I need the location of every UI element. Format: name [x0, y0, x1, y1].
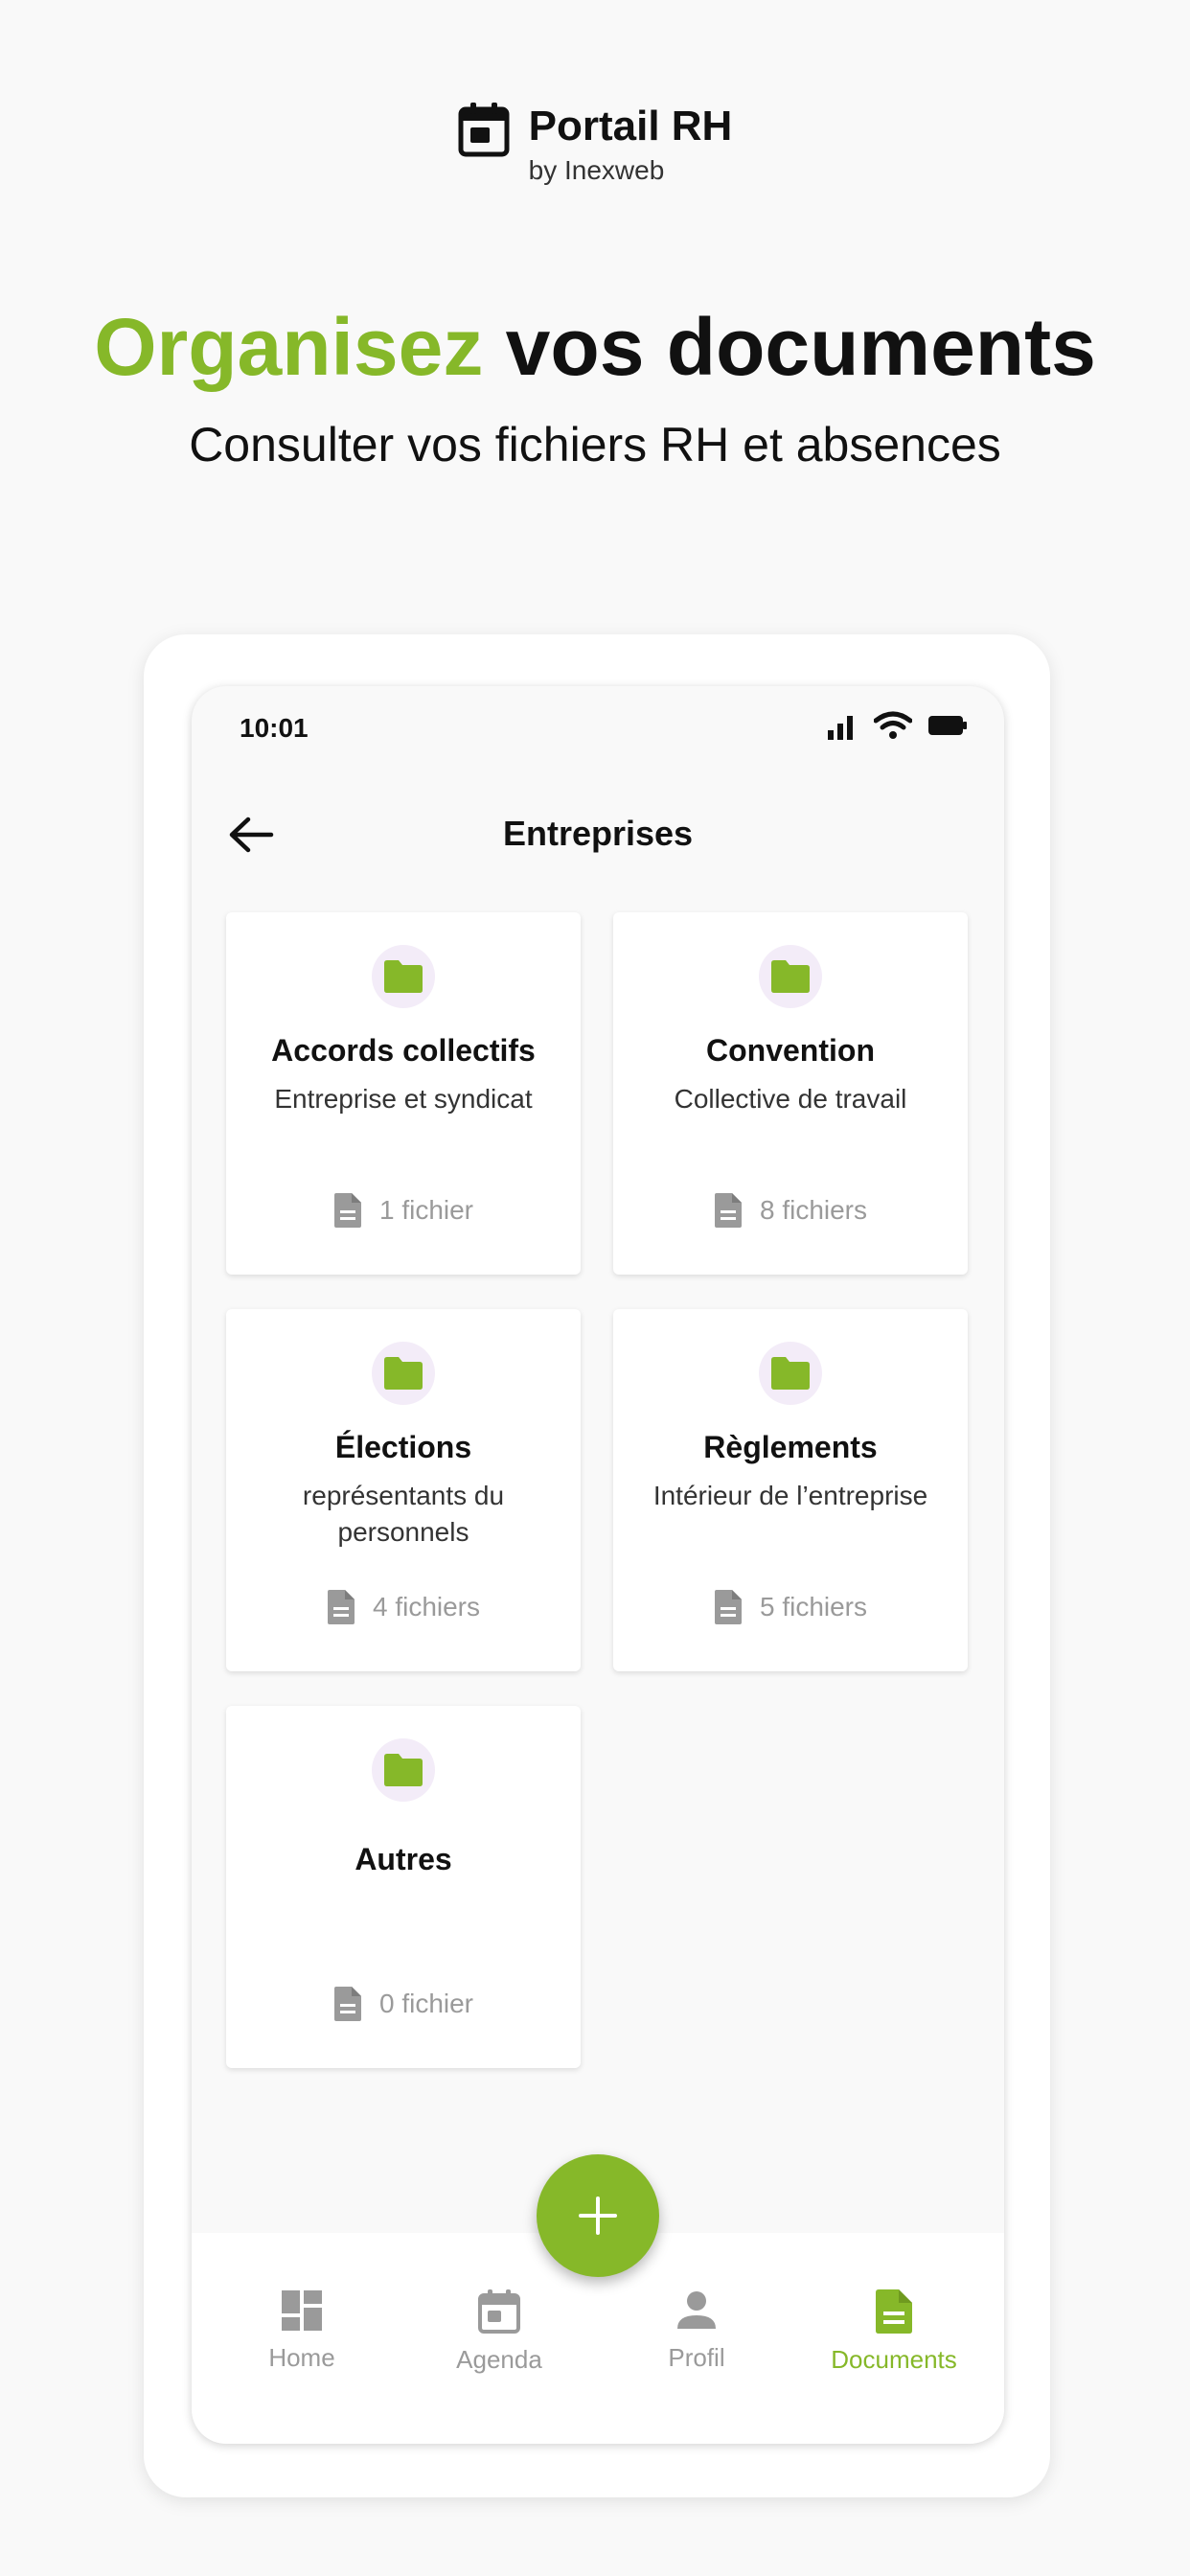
- brand-header: Portail RH by Inexweb: [0, 100, 1190, 188]
- nav-item-documents[interactable]: Documents: [795, 2233, 993, 2444]
- nav-label-documents: Documents: [831, 2345, 957, 2374]
- folder-title: Autres: [355, 1842, 452, 1876]
- wifi-icon: [874, 711, 912, 739]
- folder-icon: [384, 1357, 423, 1390]
- phone-screen: 10:01 Entreprises Accords collectifs Ent…: [192, 686, 1004, 2444]
- brand-lockup: Portail RH by Inexweb: [458, 100, 733, 188]
- dashboard-icon: [282, 2290, 322, 2331]
- document-icon: [876, 2289, 912, 2334]
- folder-title: Élections: [334, 1430, 472, 1464]
- folder-file-count: 8 fichiers: [613, 1192, 968, 1229]
- add-button[interactable]: [537, 2154, 659, 2277]
- folder-count-label: 1 fichier: [378, 1195, 474, 1225]
- brand-title: Portail RH: [528, 103, 733, 150]
- folder-count-label: 4 fichiers: [372, 1592, 481, 1622]
- status-icons: [826, 711, 968, 740]
- folder-subtitle: Entreprise et syndicat: [274, 1084, 533, 1114]
- file-icon: [327, 1590, 355, 1624]
- folder-title: Accords collectifs: [271, 1033, 536, 1068]
- folder-badge: [372, 1342, 435, 1405]
- file-icon: [714, 1193, 742, 1228]
- folder-badge: [759, 1342, 822, 1405]
- calendar-icon: [458, 103, 510, 157]
- folder-badge: [372, 945, 435, 1008]
- folder-count-label: 5 fichiers: [759, 1592, 868, 1622]
- brand-subtitle: by Inexweb: [528, 155, 665, 185]
- hero-headline-accent: Organisez: [94, 302, 484, 392]
- folder-title: Convention: [706, 1033, 875, 1068]
- folder-card-reglements[interactable]: Règlements Intérieur de l’entreprise 5 f…: [613, 1309, 968, 1671]
- folder-file-count: 0 fichier: [226, 1986, 581, 2022]
- folder-icon: [384, 960, 423, 993]
- folder-subtitle: Collective de travail: [674, 1084, 907, 1114]
- battery-icon: [928, 716, 967, 735]
- folder-icon: [771, 960, 810, 993]
- folder-card-elections[interactable]: Élections représentants du personnels 4 …: [226, 1309, 581, 1671]
- folder-subtitle: Intérieur de l’entreprise: [652, 1481, 928, 1510]
- folder-file-count: 4 fichiers: [226, 1589, 581, 1625]
- folder-file-count: 1 fichier: [226, 1192, 581, 1229]
- folder-subtitle: représentants du personnels: [302, 1481, 505, 1547]
- folder-file-count: 5 fichiers: [613, 1589, 968, 1625]
- folder-grid: Accords collectifs Entreprise et syndica…: [226, 912, 970, 2068]
- person-icon: [677, 2291, 716, 2329]
- folder-card-convention[interactable]: Convention Collective de travail 8 fichi…: [613, 912, 968, 1275]
- file-icon: [714, 1590, 742, 1624]
- status-bar: 10:01: [192, 686, 1004, 778]
- nav-label-profil: Profil: [668, 2343, 725, 2372]
- folder-icon: [384, 1754, 423, 1786]
- hero-headline: Organisez vos documents: [0, 299, 1190, 395]
- folder-badge: [372, 1738, 435, 1802]
- page-title: Entreprises: [502, 814, 694, 853]
- hero-tagline: Consulter vos fichiers RH et absences: [189, 418, 1001, 472]
- nav-label-agenda: Agenda: [456, 2345, 542, 2374]
- folder-badge: [759, 945, 822, 1008]
- folder-card-accords[interactable]: Accords collectifs Entreprise et syndica…: [226, 912, 581, 1275]
- calendar-icon: [478, 2289, 520, 2334]
- signal-icon: [828, 716, 853, 740]
- app-bar: Entreprises: [192, 782, 1004, 887]
- folder-card-autres[interactable]: Autres 0 fichier: [226, 1706, 581, 2068]
- status-time: 10:01: [240, 713, 309, 743]
- folder-count-label: 8 fichiers: [759, 1195, 868, 1225]
- plus-icon: [579, 2196, 617, 2235]
- nav-label-home: Home: [268, 2343, 335, 2372]
- folder-count-label: 0 fichier: [378, 1989, 474, 2018]
- folder-title: Règlements: [703, 1430, 878, 1464]
- file-icon: [333, 1193, 361, 1228]
- folder-icon: [771, 1357, 810, 1390]
- file-icon: [333, 1987, 361, 2021]
- nav-item-home[interactable]: Home: [203, 2233, 400, 2444]
- hero-headline-rest: vos documents: [505, 302, 1096, 392]
